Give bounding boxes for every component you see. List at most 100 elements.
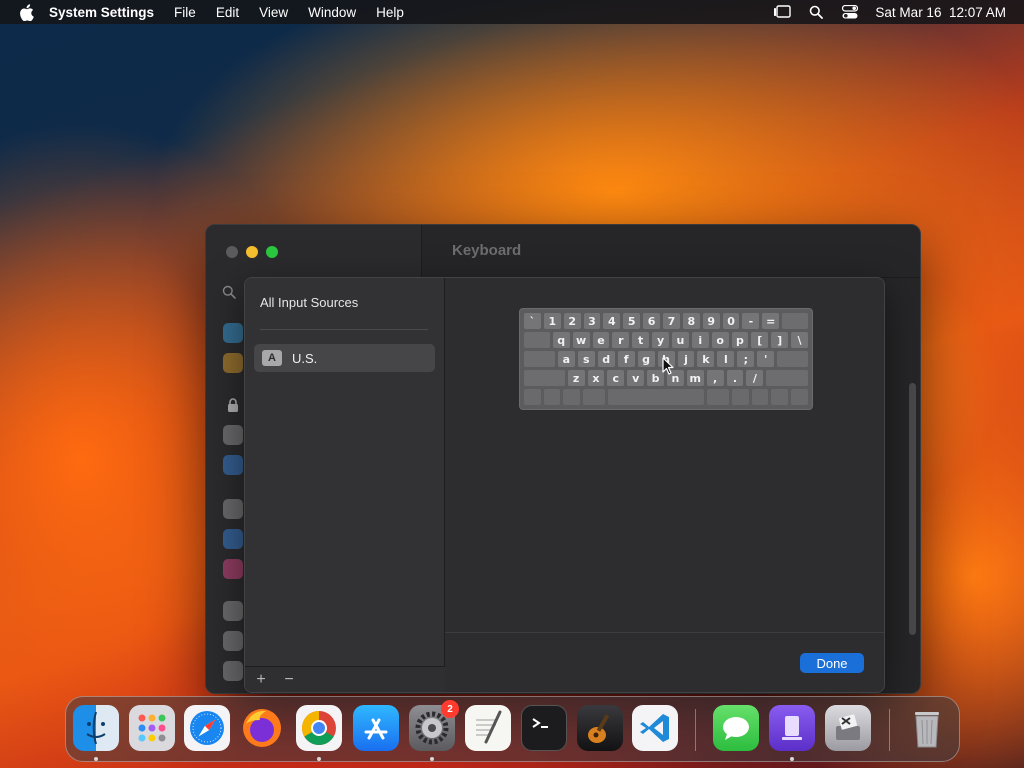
dock-separator	[889, 709, 890, 751]
sidebar-icon-passwords[interactable]	[223, 499, 243, 519]
zoom-button[interactable]	[266, 246, 278, 258]
keyboard-key: [	[751, 332, 769, 348]
sidebar-icon-privacy[interactable]	[223, 425, 243, 445]
lock-icon[interactable]	[223, 395, 243, 415]
keyboard-key: l	[717, 351, 735, 367]
control-center-icon[interactable]	[841, 4, 859, 20]
keyboard-key: 0	[722, 313, 740, 329]
safari-icon[interactable]	[184, 705, 230, 751]
trash-icon[interactable]	[904, 705, 950, 751]
keyboard-row-top: q w e r t y u i o p [ ] \	[524, 332, 808, 348]
keyboard-key-shift-left	[524, 370, 565, 386]
keyboard-key: a	[557, 351, 575, 367]
keyboard-row-numbers: ` 1 2 3 4 5 6 7 8 9 0 - =	[524, 313, 808, 329]
keyboard-key: z	[567, 370, 585, 386]
list-action-bar: + −	[245, 666, 445, 692]
menu-window[interactable]: Window	[308, 5, 356, 20]
sidebar-icon-display[interactable]	[223, 323, 243, 343]
list-divider	[260, 329, 428, 330]
keyboard-key-command	[583, 389, 605, 405]
keyboard-key-control	[543, 389, 561, 405]
sidebar-icon-wallpaper[interactable]	[223, 353, 243, 373]
menu-app-name[interactable]: System Settings	[49, 5, 154, 20]
keyboard-key: =	[762, 313, 780, 329]
notification-badge: 2	[441, 700, 459, 718]
textedit-icon[interactable]	[465, 705, 511, 751]
keyboard-key-option-right	[732, 389, 749, 405]
system-settings-icon[interactable]: 2	[409, 700, 459, 751]
terminal-icon[interactable]	[521, 705, 567, 751]
keyboard-key: c	[607, 370, 625, 386]
finder-icon[interactable]	[73, 705, 119, 751]
input-source-label: U.S.	[292, 350, 318, 366]
keyboard-key: d	[597, 351, 615, 367]
sidebar-icon-game-center[interactable]	[223, 559, 243, 579]
messages-icon[interactable]	[713, 705, 759, 751]
close-button[interactable]	[226, 246, 238, 258]
keyboard-key: 1	[543, 313, 561, 329]
sidebar-icon-mouse[interactable]	[223, 631, 243, 651]
keyboard-key: 7	[663, 313, 680, 329]
keyboard-key-option	[563, 389, 581, 405]
keyboard-key-command-right	[707, 389, 730, 405]
keyboard-key-arrow-right	[791, 389, 808, 405]
keyboard-key: f	[617, 351, 635, 367]
keyboard-key-delete	[782, 313, 808, 329]
sidebar-icon-internet-accounts[interactable]	[223, 529, 243, 549]
app-store-icon[interactable]	[353, 705, 399, 751]
keyboard-key: 6	[643, 313, 661, 329]
window-scrollbar[interactable]	[909, 383, 916, 635]
finder-running-indicator	[94, 757, 98, 761]
vscode-icon[interactable]	[632, 705, 678, 751]
menu-file[interactable]: File	[174, 5, 196, 20]
keyboard-key: r	[612, 332, 630, 348]
launchpad-icon[interactable]	[129, 705, 175, 751]
keyboard-key: x	[587, 370, 605, 386]
firefox-icon[interactable]	[239, 705, 285, 751]
keyboard-preview-pane: ` 1 2 3 4 5 6 7 8 9 0 - = q w e r t y u …	[445, 278, 884, 692]
keyboard-key: k	[697, 351, 715, 367]
keyboard-key: q	[552, 332, 570, 348]
add-input-source-button[interactable]: +	[251, 670, 271, 690]
input-source-item-us[interactable]: A U.S.	[254, 344, 435, 372]
chrome-running-indicator	[317, 757, 321, 761]
keyboard-key-shift-right	[766, 370, 808, 386]
sidebar-icon-printers[interactable]	[223, 661, 243, 681]
input-source-badge: A	[262, 350, 282, 366]
keyboard-key: 4	[603, 313, 621, 329]
boot-camp-assistant-icon[interactable]	[825, 705, 871, 751]
input-sources-sheet: All Input Sources A U.S. + − ` 1 2 3 4 5…	[244, 277, 885, 693]
minimize-button[interactable]	[246, 246, 258, 258]
keyboard-key: i	[691, 332, 709, 348]
system-settings-running-indicator	[430, 757, 434, 761]
garageband-icon[interactable]	[577, 705, 623, 751]
simulator-icon[interactable]	[769, 705, 815, 751]
keyboard-key: e	[592, 332, 610, 348]
all-input-sources-title: All Input Sources	[260, 295, 359, 310]
done-button[interactable]: Done	[800, 653, 864, 673]
menubar-clock[interactable]: Sat Mar 16 12:07 AM	[875, 5, 1006, 20]
sidebar-icon-keyboard[interactable]	[223, 601, 243, 621]
menu-edit[interactable]: Edit	[216, 5, 239, 20]
keyboard-key-arrow-left	[751, 389, 769, 405]
sidebar-icon-users[interactable]	[223, 455, 243, 475]
keyboard-key: .	[726, 370, 744, 386]
keyboard-key: ,	[706, 370, 724, 386]
simulator-running-indicator	[790, 757, 794, 761]
keyboard-key: ]	[771, 332, 789, 348]
sheet-footer-divider	[445, 632, 884, 633]
keyboard-key: /	[746, 370, 764, 386]
apple-menu-icon[interactable]	[19, 3, 37, 21]
chrome-icon[interactable]	[296, 705, 342, 751]
sidebar-search-icon[interactable]	[222, 285, 236, 304]
menu-help[interactable]: Help	[376, 5, 404, 20]
spotlight-search-icon[interactable]	[807, 4, 825, 20]
stage-manager-icon[interactable]	[773, 4, 792, 20]
keyboard-key: '	[757, 351, 775, 367]
menu-view[interactable]: View	[259, 5, 288, 20]
keyboard-key: w	[572, 332, 590, 348]
window-title: Keyboard	[452, 242, 522, 259]
input-sources-list-pane: All Input Sources A U.S. + −	[245, 278, 445, 692]
keyboard-key: v	[627, 370, 645, 386]
remove-input-source-button[interactable]: −	[279, 670, 299, 690]
